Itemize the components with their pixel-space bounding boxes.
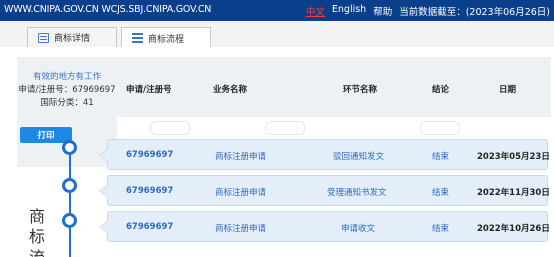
table-header: 申请/注册号 业务名称 环节名称 结论 日期	[117, 57, 551, 117]
row-date: 2022年10月26日	[477, 224, 550, 234]
watermark-shape	[265, 121, 305, 135]
row-biz-name: 商标注册申请	[215, 188, 267, 198]
header-result: 结论	[432, 85, 450, 95]
header-biz-name: 业务名称	[213, 85, 248, 95]
row-reg-no: 67969697	[126, 186, 174, 196]
timeline-line	[69, 147, 71, 257]
tab-label: 商标流程	[148, 34, 185, 45]
row-reg-no: 67969697	[126, 222, 174, 232]
site-domains: WWW.CNIPA.GOV.CN WCJS.SBJ.CNIPA.GOV.CN	[4, 4, 212, 15]
side-label-char: 流	[29, 244, 45, 257]
intl-class-text: 国际分类：41	[40, 98, 94, 108]
flow-row: 67969697 商标注册申请 驳回通知发文 结束 2023年05月23日	[99, 139, 550, 170]
timeline-node	[62, 140, 77, 155]
row-pointer	[99, 184, 108, 198]
tab-trademark-flow[interactable]: 商标流程	[121, 27, 211, 48]
flow-panel: 有效的地方有工作 申请/注册号：67969697 国际分类：41 申请/注册号 …	[0, 47, 554, 257]
flow-list-icon	[132, 33, 143, 43]
timeline-node	[62, 178, 77, 193]
tab-trademark-details[interactable]: 商标详情	[27, 27, 117, 47]
header-reg-no: 申请/注册号	[126, 85, 172, 95]
row-step-name[interactable]: 驳回通知发文	[333, 150, 384, 162]
header-step-name: 环节名称	[343, 85, 378, 95]
reg-no-text: 申请/注册号：67969697	[18, 85, 116, 95]
pending-text: 有效的地方有工作	[32, 72, 101, 82]
row-biz-name: 商标注册申请	[215, 224, 267, 234]
top-bar: WWW.CNIPA.GOV.CN WCJS.SBJ.CNIPA.GOV.CN 中…	[0, 0, 554, 21]
row-result: 结束	[432, 188, 450, 198]
lang-chinese-link[interactable]: 中文	[306, 4, 325, 18]
data-cutoff-text: 当前数据截至：(2023年06月26日)	[399, 7, 550, 18]
top-bar-links: 中文 English 帮助 当前数据截至：(2023年06月26日)	[306, 4, 550, 18]
header-date: 日期	[499, 85, 517, 95]
row-result: 结束	[432, 152, 450, 162]
flow-row: 67969697 商标注册申请 受理通知书发文 结束 2022年11月30日	[99, 175, 550, 206]
watermark-shape	[420, 121, 460, 135]
help-link[interactable]: 帮助	[373, 4, 392, 18]
row-pointer	[99, 220, 108, 234]
lang-english-link[interactable]: English	[332, 4, 366, 18]
watermark-shape	[150, 121, 190, 135]
row-reg-no: 67969697	[126, 150, 174, 160]
row-date: 2023年05月23日	[477, 152, 550, 162]
flow-row: 67969697 商标注册申请 申请收文 结束 2022年10月26日	[99, 211, 550, 242]
row-pointer	[99, 148, 108, 162]
tab-row: 商标详情 商标流程	[0, 21, 554, 48]
row-biz-name: 商标注册申请	[215, 152, 267, 162]
document-list-icon	[38, 32, 49, 43]
row-result: 结束	[432, 224, 450, 234]
timeline-node	[62, 213, 77, 228]
row-step-name[interactable]: 申请收文	[341, 222, 375, 234]
tab-label: 商标详情	[54, 34, 91, 44]
row-date: 2022年11月30日	[477, 188, 550, 198]
row-step-name[interactable]: 受理通知书发文	[327, 186, 387, 198]
